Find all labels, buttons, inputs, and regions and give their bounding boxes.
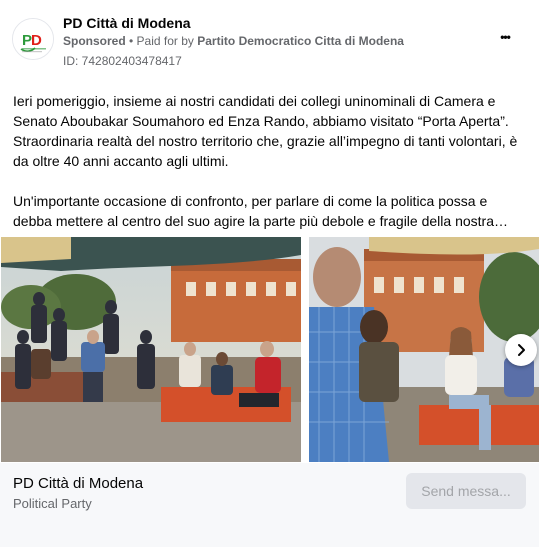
more-dots-icon: ••• [500,30,511,44]
cta-footer: PD Città di Modena Political Party Send … [0,463,539,547]
photo-outdoor-gathering [1,237,301,462]
page-name-link[interactable]: PD Città di Modena [63,15,191,31]
sponsored-post-card: P D PD Città di Modena Sponsored • Paid … [0,0,539,547]
pd-logo-icon: P D [13,19,53,59]
send-message-button[interactable]: Send messa... [406,473,526,509]
post-paragraph-1: Ieri pomeriggio, insieme ai nostri candi… [13,93,518,169]
post-header: P D PD Città di Modena Sponsored • Paid … [12,10,527,70]
post-paragraph-2: Un'importante occasione di confronto, pe… [13,193,508,229]
footer-page-name[interactable]: PD Città di Modena [13,475,143,492]
post-text: Ieri pomeriggio, insieme ai nostri candi… [13,91,525,231]
image-carousel [0,237,539,462]
more-options-button[interactable]: ••• [493,30,517,48]
svg-text:D: D [31,32,42,49]
sponsored-label[interactable]: Sponsored [63,34,126,48]
carousel-next-button[interactable] [505,334,537,366]
ad-id: ID: 742802403478417 [63,54,182,68]
paid-for-by-link[interactable]: Partito Democratico Citta di Modena [197,34,404,48]
separator: • [125,34,137,48]
paid-for-prefix: Paid for by [136,34,198,48]
page-avatar[interactable]: P D [12,18,54,60]
sponsored-line: Sponsored • Paid for by Partito Democrat… [63,34,404,48]
footer-category: Political Party [13,496,92,511]
carousel-image-1[interactable] [1,237,301,462]
chevron-right-icon [518,344,525,356]
